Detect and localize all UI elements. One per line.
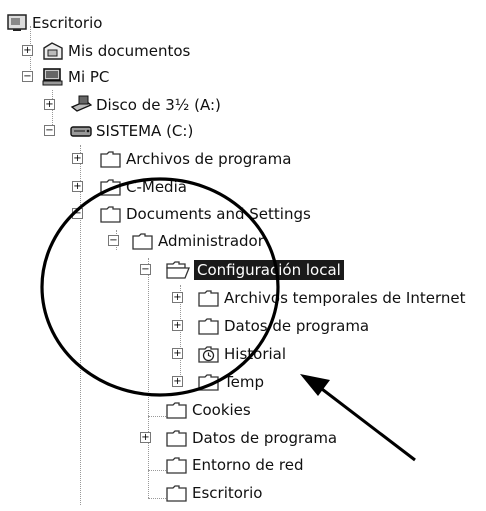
tree-line	[148, 470, 168, 471]
hard-drive-icon	[70, 121, 92, 141]
collapse-button[interactable]: −	[140, 264, 151, 275]
tree-item[interactable]: Escritorio	[6, 10, 102, 36]
tree-item-label: Configuración local	[194, 260, 344, 280]
folder-icon	[100, 204, 122, 224]
tree-item[interactable]: Temp	[198, 369, 264, 395]
folder-open-icon	[166, 260, 190, 280]
tree-item-label: Archivos temporales de Internet	[224, 289, 466, 307]
tree-item-label: C-Media	[126, 178, 187, 196]
tree-line	[148, 258, 149, 498]
folder-icon	[198, 316, 220, 336]
tree-item-label: Entorno de red	[192, 456, 304, 474]
folder-icon	[198, 288, 220, 308]
tree-item[interactable]: Configuración local	[166, 257, 344, 283]
tree-item-label: Mis documentos	[68, 42, 191, 60]
tree-item[interactable]: Documents and Settings	[100, 201, 311, 227]
tree-item[interactable]: SISTEMA (C:)	[70, 118, 193, 144]
expand-button[interactable]: +	[44, 99, 55, 110]
folder-icon	[198, 372, 220, 392]
tree-item-label: Mi PC	[68, 68, 110, 86]
history-folder-icon	[198, 344, 220, 364]
tree-item-label: Temp	[224, 373, 264, 391]
tree-item-label: Documents and Settings	[126, 205, 311, 223]
expand-button[interactable]: +	[172, 348, 183, 359]
tree-item[interactable]: Mi PC	[42, 64, 109, 90]
tree-line	[80, 145, 81, 505]
tree-item[interactable]: Escritorio	[166, 480, 262, 506]
collapse-button[interactable]: −	[44, 125, 55, 136]
tree-item[interactable]: Cookies	[166, 397, 251, 423]
folder-icon	[166, 428, 188, 448]
collapse-button[interactable]: −	[108, 235, 119, 246]
collapse-button[interactable]: −	[72, 208, 83, 219]
tree-item[interactable]: C-Media	[100, 174, 187, 200]
folder-icon	[166, 483, 188, 503]
tree-item[interactable]: Disco de 3½ (A:)	[70, 92, 221, 118]
tree-item[interactable]: Historial	[198, 341, 286, 367]
tree-item-label: Escritorio	[32, 14, 103, 32]
tree-item-label: Disco de 3½ (A:)	[96, 96, 221, 114]
folder-icon	[166, 455, 188, 475]
tree-item[interactable]: Administrador	[132, 228, 264, 254]
tree-item-label: Datos de programa	[224, 317, 370, 335]
tree-item-label: SISTEMA (C:)	[96, 122, 194, 140]
expand-button[interactable]: +	[172, 320, 183, 331]
folder-icon	[132, 231, 154, 251]
tree-item[interactable]: Datos de programa	[166, 425, 337, 451]
tree-item-label: Datos de programa	[192, 429, 338, 447]
tree-item-label: Escritorio	[192, 484, 263, 502]
folder-icon	[100, 177, 122, 197]
my-documents-icon	[42, 41, 64, 61]
expand-button[interactable]: +	[172, 292, 183, 303]
tree-item-label: Historial	[224, 345, 287, 363]
expand-button[interactable]: +	[140, 432, 151, 443]
floppy-drive-icon	[70, 95, 92, 115]
tree-line	[148, 416, 168, 417]
desktop-icon	[6, 13, 28, 33]
my-computer-icon	[42, 67, 64, 87]
tree-item[interactable]: Archivos temporales de Internet	[198, 285, 466, 311]
expand-button[interactable]: +	[72, 181, 83, 192]
tree-item[interactable]: Entorno de red	[166, 452, 304, 478]
folder-icon	[166, 400, 188, 420]
tree-item-label: Archivos de programa	[126, 150, 292, 168]
tree-item-label: Cookies	[192, 401, 251, 419]
folder-tree: Escritorio + Mis documentos − Mi PC + Disco de…	[0, 0, 486, 511]
tree-item-label: Administrador	[158, 232, 264, 250]
tree-item[interactable]: Datos de programa	[198, 313, 369, 339]
tree-item[interactable]: Mis documentos	[42, 38, 190, 64]
expand-button[interactable]: +	[172, 376, 183, 387]
expand-button[interactable]: +	[72, 153, 83, 164]
tree-line	[148, 498, 168, 499]
collapse-button[interactable]: −	[22, 71, 33, 82]
expand-button[interactable]: +	[22, 45, 33, 56]
folder-icon	[100, 149, 122, 169]
tree-item[interactable]: Archivos de programa	[100, 146, 291, 172]
